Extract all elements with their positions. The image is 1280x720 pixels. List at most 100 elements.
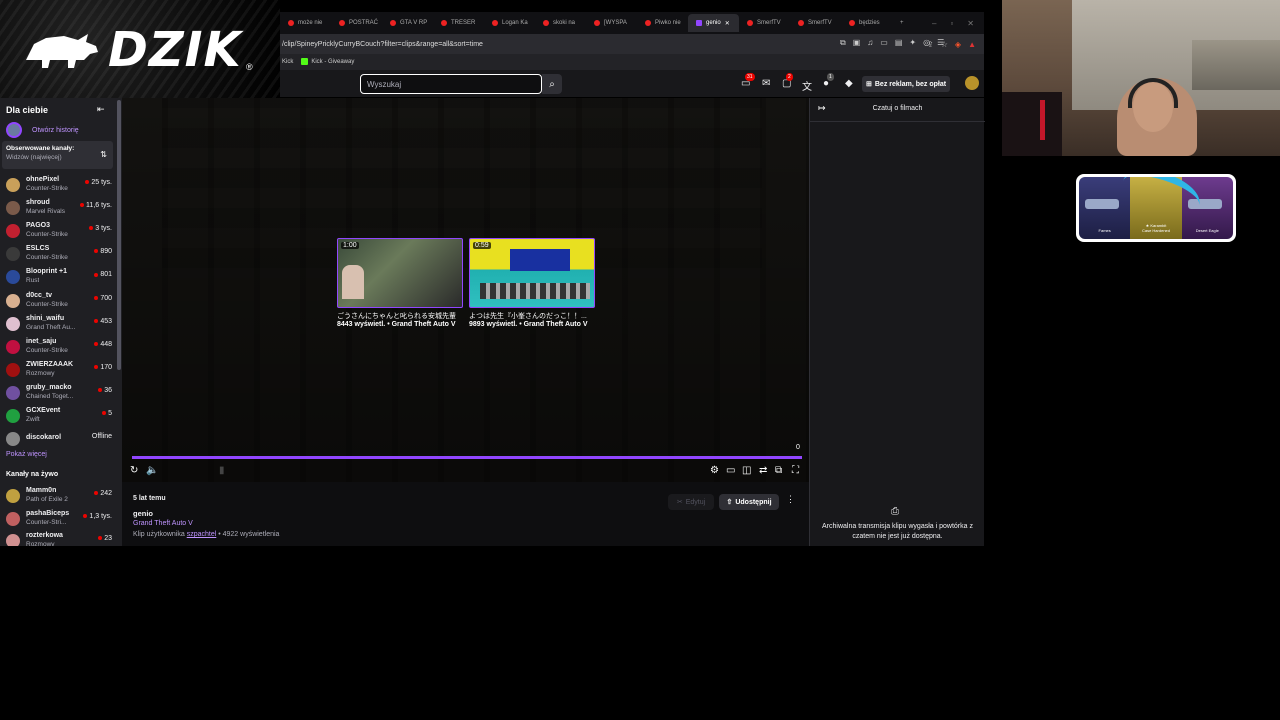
browser-tab[interactable]: Piwko nie <box>637 14 688 32</box>
browser-menu-icon[interactable]: ☰ <box>937 38 944 48</box>
clip-title[interactable]: よつは先生『小峯さんのだっこ！！... <box>469 311 595 321</box>
edit-button[interactable]: ✂ Edytuj <box>668 494 714 510</box>
channel-row[interactable]: ESLCS Counter-Strike 890 <box>6 244 112 266</box>
whispers-icon[interactable]: ▢ 2 <box>782 73 793 89</box>
extension-icon-6[interactable]: ✦ <box>909 38 916 48</box>
live-dot-icon <box>80 203 85 208</box>
tab-favicon-icon <box>747 20 753 26</box>
tab-label: GTA V RP <box>400 20 428 26</box>
bookmark-kick-giveaway[interactable]: Kick - Giveaway <box>301 58 354 66</box>
recommended-clip-card[interactable]: 0:59 よつは先生『小峯さんのだっこ！！... 9893 wyświetl. … <box>469 238 595 328</box>
channel-avatar <box>6 178 20 192</box>
channel-name: Mamm0n <box>26 487 57 494</box>
clip-game-link[interactable]: Grand Theft Auto V <box>133 520 193 527</box>
ad-free-button[interactable]: ⊞ Bez reklam, bez opłat <box>862 76 951 92</box>
settings-icon[interactable]: ⚙ <box>710 465 719 476</box>
channel-row[interactable]: inet_saju Counter-Strike 448 <box>6 337 112 359</box>
left-sidebar: Dla ciebie ⇤ Otwórz historię Obserwowane… <box>0 98 122 546</box>
extension-icon-4[interactable]: ▭ <box>880 38 888 48</box>
replay-icon[interactable]: ↻ <box>130 465 138 476</box>
new-tab-icon[interactable]: + <box>900 20 904 26</box>
channel-row[interactable]: Mamm0n Path of Exile 2 242 <box>6 486 112 508</box>
clip-thumbnail[interactable]: 0:59 <box>469 238 595 308</box>
browser-tab[interactable]: SmerfTV <box>739 14 790 32</box>
live-dot-icon <box>94 491 99 496</box>
browser-tab[interactable]: może nie <box>280 14 331 32</box>
channel-row[interactable]: GCXEvent Zwift 5 <box>6 406 112 428</box>
show-more-link[interactable]: Pokaż więcej <box>6 451 47 458</box>
channel-row[interactable]: shini_waifu Grand Theft Au... 453 <box>6 314 112 336</box>
notifications-icon[interactable]: ▭ 31 <box>741 73 755 89</box>
clipper-link[interactable]: szpachtel <box>187 531 217 538</box>
clip-title[interactable]: ごうさんにちゃんと叱られる安城先輩 <box>337 311 463 321</box>
bits-icon[interactable]: ◆ <box>845 78 853 89</box>
channel-row[interactable]: ZWIERZAAAK Rozmowy 170 <box>6 360 112 382</box>
close-tab-icon[interactable]: ✕ <box>725 20 730 27</box>
volume-icon[interactable]: 🔈 <box>146 465 158 476</box>
close-window-icon[interactable]: ✕ <box>967 19 974 28</box>
search-button[interactable]: ⌕ <box>542 74 562 94</box>
channel-row[interactable]: Blooprint +1 Rust 801 <box>6 267 112 289</box>
live-channels-header: Kanały na żywo <box>6 471 59 478</box>
tab-favicon-icon <box>339 20 345 26</box>
channel-row[interactable]: gruby_macko Chained Toget... 36 <box>6 383 112 405</box>
browser-tab[interactable]: będzies <box>841 14 892 32</box>
fullscreen-icon[interactable]: ⛶ <box>792 465 799 476</box>
vpn-icon[interactable]: ◎ <box>923 38 930 48</box>
picture-in-picture-icon[interactable]: ⧉ <box>775 465 782 476</box>
channel-name: ESLCS <box>26 245 50 253</box>
url-text[interactable]: /clip/SpineyPricklyCurryBCouch?filter=cl… <box>282 41 483 48</box>
browser-tab[interactable]: genio ✕ <box>688 14 739 32</box>
more-options-icon[interactable]: ⋮ <box>786 494 795 505</box>
extension-icon-5[interactable]: ▤ <box>895 38 903 48</box>
sidebar-scrollbar[interactable] <box>117 100 121 370</box>
clip-thumbnail[interactable]: 1:00 <box>337 238 463 308</box>
video-player[interactable]: 1:00 ごうさんにちゃんと叱られる安城先輩 8443 wyświetl. • … <box>122 98 809 482</box>
followed-channels-header: Obserwowane kanały: Widzów (najwięcej) ⇅ <box>2 141 113 169</box>
miniplayer-icon[interactable]: ▭ <box>726 465 735 476</box>
channel-game: Marvel Rivals <box>26 208 66 216</box>
browser-tab[interactable]: [WYSPA <box>586 14 637 32</box>
progress-bar[interactable] <box>132 456 802 459</box>
drops-icon[interactable]: ● 1 <box>823 73 834 89</box>
clip-duration: 0:59 <box>473 242 491 249</box>
minimize-icon[interactable]: – <box>932 19 936 28</box>
browser-tab[interactable]: skoki na <box>535 14 586 32</box>
browser-tab[interactable]: GTA V RP <box>382 14 433 32</box>
channel-row[interactable]: pashaBiceps Counter-Stri... 1,3 tys. <box>6 509 112 531</box>
inbox-icon[interactable]: ✉ <box>762 78 770 89</box>
extension-icon-2[interactable]: ▣ <box>853 38 861 48</box>
browser-tab[interactable]: TRESER <box>433 14 484 32</box>
tab-favicon-icon <box>696 20 702 26</box>
rewards-icon[interactable]: ▲ <box>968 40 976 49</box>
brave-shield-icon[interactable]: ◈ <box>955 40 961 49</box>
live-dot-icon <box>89 226 94 231</box>
channel-row[interactable]: rozterkowa Rozmowy 23 <box>6 531 112 546</box>
open-history-link[interactable]: Otwórz historię <box>6 122 79 138</box>
channel-row[interactable]: d0cc_tv Counter-Strike 700 <box>6 291 112 313</box>
collapse-sidebar-icon[interactable]: ⇤ <box>97 104 105 115</box>
channel-row[interactable]: ohnePixel Counter-Strike 25 tys. <box>6 175 112 197</box>
sort-icon[interactable]: ⇅ <box>100 150 107 159</box>
volume-slider[interactable]: ▮ <box>219 465 225 476</box>
bookmark-kick[interactable]: Kick <box>282 59 293 65</box>
browser-tab[interactable]: Logan Ka <box>484 14 535 32</box>
extension-icon-1[interactable]: ⧉ <box>840 38 846 48</box>
clip-icon[interactable]: ⇄ <box>759 465 767 476</box>
maximize-icon[interactable]: ▫ <box>950 19 953 28</box>
kick-icon <box>301 58 309 66</box>
channel-row[interactable]: shroud Marvel Rivals 11,6 tys. <box>6 198 112 220</box>
channel-row[interactable]: discokarol Offline <box>6 429 112 451</box>
theatre-mode-icon[interactable]: ◫ <box>742 465 751 476</box>
browser-tab[interactable]: SmerfTV <box>790 14 841 32</box>
extension-icon-3[interactable]: ♫ <box>867 38 873 48</box>
user-avatar[interactable] <box>965 76 979 90</box>
recommended-clip-card[interactable]: 1:00 ごうさんにちゃんと叱られる安城先輩 8443 wyświetl. • … <box>337 238 463 328</box>
browser-tab[interactable]: POSTRAĆ <box>331 14 382 32</box>
tab-label: Logan Ka <box>502 20 528 26</box>
share-button[interactable]: ⇧ Udostępnij <box>719 494 779 510</box>
search-input[interactable]: Wyszukaj <box>360 74 542 94</box>
channel-name: Blooprint +1 <box>26 268 68 276</box>
translate-icon[interactable]: 文 <box>802 78 812 93</box>
channel-row[interactable]: PAGO3 Counter-Strike 3 tys. <box>6 221 112 243</box>
